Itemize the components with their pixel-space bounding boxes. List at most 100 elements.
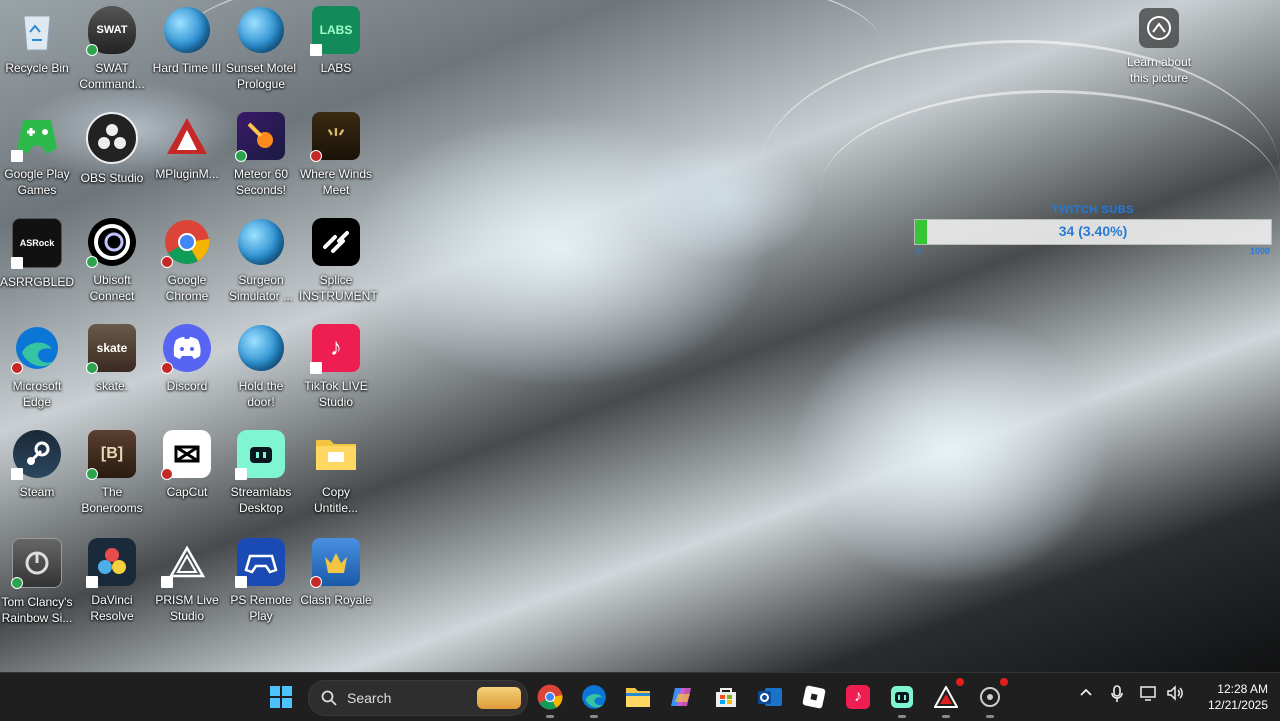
synced-badge-icon	[86, 362, 98, 374]
icon-label: Meteor 60 Seconds!	[233, 167, 289, 197]
taskbar-settings[interactable]	[974, 678, 1008, 718]
outlook-icon	[758, 688, 782, 706]
icon-label: Streamlabs Desktop	[230, 485, 292, 515]
icon-label: Copy Untitle...	[313, 485, 358, 515]
settings-icon	[980, 687, 1000, 707]
desktop-icon-google-chrome[interactable]: Google Chrome	[150, 218, 224, 304]
desktop-icon-hard-time[interactable]: Hard Time III	[150, 6, 224, 76]
icon-label: skate.	[95, 379, 128, 393]
microphone-button[interactable]	[1110, 685, 1124, 706]
desktop-icon-tiktok-live-studio[interactable]: ♪ TikTok LIVE Studio	[299, 324, 373, 410]
desktop-icon-swat[interactable]: SWAT SWAT Command...	[75, 6, 149, 92]
taskbar-outlook[interactable]	[754, 681, 786, 713]
taskbar-tiktok[interactable]: ♪	[842, 681, 874, 713]
desktop-icon-recycle-bin[interactable]: Recycle Bin	[0, 6, 74, 76]
icon-label: Discord	[166, 379, 208, 393]
synced-badge-icon	[86, 468, 98, 480]
globe-icon	[163, 6, 211, 54]
icon-label: Ubisoft Connect	[89, 273, 135, 303]
shortcut-arrow-icon	[310, 362, 322, 374]
desktop-icon-rainbow-six[interactable]: Tom Clancy's Rainbow Si...	[0, 538, 74, 626]
windows-start-icon	[270, 686, 292, 708]
taskbar-file-explorer[interactable]	[622, 681, 654, 713]
desktop-icon-mpluginm[interactable]: MPluginM...	[150, 112, 224, 182]
folder-icon	[312, 430, 360, 478]
search-icon	[321, 690, 337, 706]
meteor-icon	[235, 112, 285, 162]
tiktok-live-icon: ♪	[310, 324, 360, 374]
discord-icon	[161, 324, 211, 374]
desktop-icon-steam[interactable]: Steam	[0, 430, 74, 500]
roblox-icon	[802, 685, 826, 709]
taskbar-edge[interactable]	[578, 681, 610, 718]
desktop-icon-skate[interactable]: skate skate.	[75, 324, 149, 394]
taskbar-prism[interactable]	[930, 678, 964, 718]
desktop-icon-discord[interactable]: Discord	[150, 324, 224, 394]
taskbar-streamlabs[interactable]	[886, 681, 918, 718]
taskbar-copilot[interactable]	[666, 681, 698, 713]
icon-label: Where Winds Meet	[299, 167, 373, 197]
start-button[interactable]	[265, 681, 297, 713]
taskbar-microsoft-store[interactable]	[710, 681, 742, 713]
error-badge-icon	[310, 150, 322, 162]
icon-label: Clash Royale	[300, 593, 372, 607]
desktop-icon-clash-royale[interactable]: Clash Royale	[299, 538, 373, 608]
desktop-icon-asrrgbled[interactable]: ASRock ASRRGBLED	[0, 218, 74, 290]
desktop-icon-capcut[interactable]: CapCut	[150, 430, 224, 500]
running-indicator	[546, 715, 554, 718]
icon-label: ASRRGBLED	[0, 275, 75, 289]
shortcut-arrow-icon	[86, 576, 98, 588]
icon-label: Microsoft Edge	[12, 379, 62, 409]
taskbar-clock[interactable]: 12:28 AM 12/21/2025	[1196, 681, 1268, 713]
speaker-icon	[1167, 685, 1183, 701]
desktop-icon-ps-remote-play[interactable]: PS Remote Play	[224, 538, 298, 624]
desktop-icon-where-winds-meet[interactable]: ⺌ Where Winds Meet	[299, 112, 373, 198]
desktop-icon-hold-the-door[interactable]: Hold the door!	[224, 324, 298, 410]
learn-about-picture[interactable]: Learn about this picture	[1120, 8, 1198, 86]
icon-label: Steam	[19, 485, 55, 499]
chrome-icon	[161, 218, 211, 268]
icon-label: Sunset Motel Prologue	[225, 61, 297, 91]
learn-label: Learn about this picture	[1126, 55, 1192, 85]
desktop-icon-microsoft-edge[interactable]: Microsoft Edge	[0, 324, 74, 410]
obs-icon	[86, 112, 138, 164]
show-hidden-icons-button[interactable]	[1079, 685, 1093, 702]
labs-icon-text: LABS	[319, 23, 353, 37]
desktop-icon-google-play-games[interactable]: Google Play Games	[0, 112, 74, 198]
chevron-up-icon	[1080, 688, 1092, 696]
globe-icon	[237, 6, 285, 54]
taskbar-roblox[interactable]	[798, 681, 830, 713]
synced-badge-icon	[235, 150, 247, 162]
desktop-icon-labs[interactable]: LABS LABS	[299, 6, 373, 76]
subs-max-label: 1000	[1249, 246, 1270, 256]
desktop-icon-meteor[interactable]: Meteor 60 Seconds!	[224, 112, 298, 198]
desktop-icon-ubisoft-connect[interactable]: Ubisoft Connect	[75, 218, 149, 304]
desktop-icon-sunset-motel[interactable]: Sunset Motel Prologue	[224, 6, 298, 92]
clash-royale-icon	[310, 538, 360, 588]
prism-icon	[161, 538, 211, 588]
network-button[interactable]	[1140, 685, 1158, 704]
desktop-icon-surgeon-simulator[interactable]: Surgeon Simulator ...	[224, 218, 298, 304]
shortcut-arrow-icon	[11, 150, 23, 162]
icon-label: Hard Time III	[152, 61, 222, 75]
volume-button[interactable]	[1166, 685, 1184, 704]
taskbar-chrome[interactable]	[534, 681, 566, 718]
desktop-icon-splice[interactable]: Splice INSTRUMENT	[299, 218, 378, 304]
search-highlight-icon	[477, 687, 521, 709]
desktop-icon-copy-untitled[interactable]: Copy Untitle...	[299, 430, 373, 516]
desktop-icon-prism-live[interactable]: PRISM Live Studio	[150, 538, 224, 624]
desktop-icon-davinci-resolve[interactable]: DaVinci Resolve	[75, 538, 149, 624]
error-badge-icon	[161, 256, 173, 268]
desktop-icon-streamlabs[interactable]: Streamlabs Desktop	[224, 430, 298, 516]
bonerooms-icon: [B]	[86, 430, 136, 480]
rainbow-six-icon	[11, 538, 62, 589]
streamlabs-icon	[235, 430, 285, 480]
running-indicator	[898, 715, 906, 718]
icon-label: PS Remote Play	[230, 593, 292, 623]
desktop-icon-obs[interactable]: OBS Studio	[75, 112, 149, 186]
taskbar-search-box[interactable]: Search	[308, 680, 528, 716]
desktop-icon-the-bonerooms[interactable]: [B] The Bonerooms	[75, 430, 149, 516]
subs-scale: 0 1000	[914, 245, 1272, 257]
synced-badge-icon	[86, 256, 98, 268]
steam-icon	[11, 430, 61, 480]
